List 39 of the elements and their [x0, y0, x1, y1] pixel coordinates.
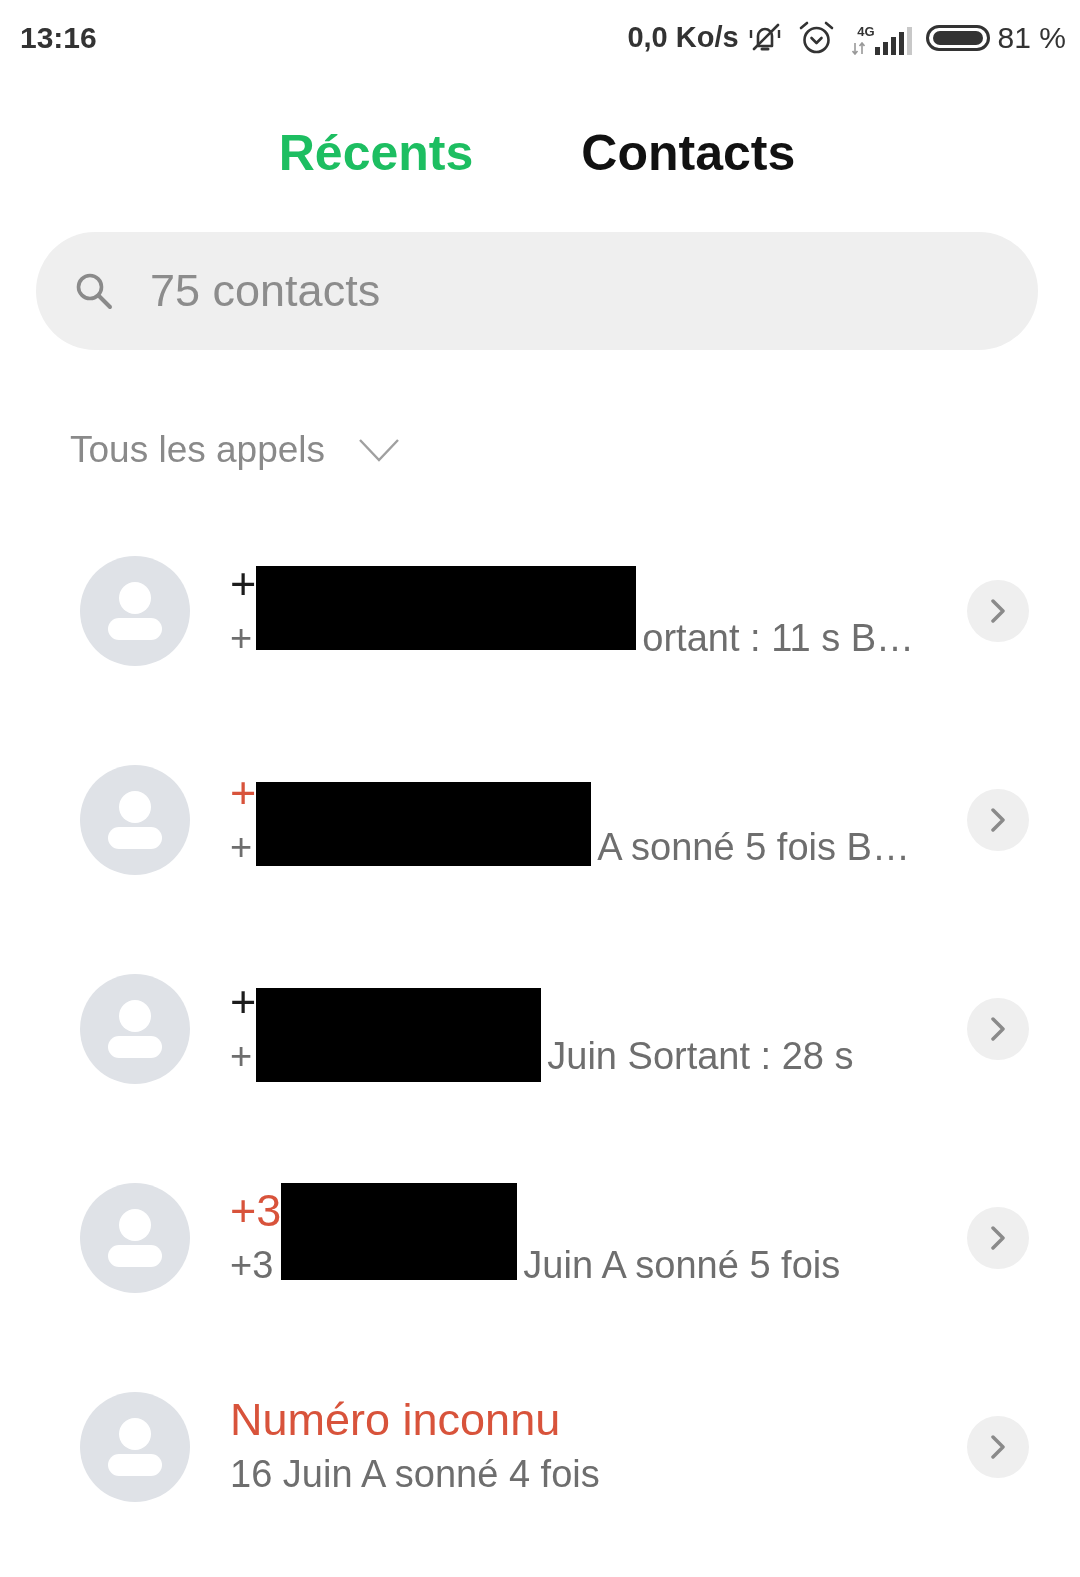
battery-percentage: 81 % — [997, 20, 1066, 55]
call-details: + — [230, 824, 253, 870]
avatar-icon — [80, 1391, 190, 1502]
call-details: 16 Juin A sonné 4 fois — [230, 1451, 600, 1497]
chevron-right-icon — [991, 1225, 1005, 1250]
call-details: Juin A sonné 5 fois — [523, 1242, 841, 1288]
contact-name: + — [230, 765, 257, 820]
network-type: 4G — [857, 24, 875, 38]
tab[interactable]: Récents — [278, 113, 474, 193]
bell-slash-icon — [747, 21, 782, 54]
tab[interactable]: Contacts — [581, 113, 796, 193]
status-time: 13:16 — [20, 20, 97, 55]
avatar-icon — [80, 764, 190, 875]
search-icon — [75, 272, 113, 310]
call-details: + — [230, 1033, 253, 1079]
call-filter-dropdown[interactable]: Tous les appels — [70, 420, 400, 480]
chevron-right-icon — [991, 598, 1005, 623]
battery-icon — [925, 24, 990, 51]
alarm-clock-icon — [798, 20, 834, 55]
call-details: Juin Sortant : 28 s — [547, 1033, 854, 1079]
contact-name: Numéro inconnu — [230, 1392, 561, 1447]
search-field[interactable]: 75 contacts — [36, 232, 1038, 350]
contact-name: +3 — [230, 1183, 282, 1238]
avatar-icon — [80, 555, 190, 666]
contact-name: + — [230, 556, 257, 611]
data-arrows-icon — [851, 41, 865, 55]
signal-bars-icon — [874, 26, 915, 55]
chevron-right-icon — [991, 807, 1005, 832]
call-details: +3 — [230, 1242, 274, 1288]
contact-name: + — [230, 974, 257, 1029]
chevron-right-icon — [991, 1434, 1005, 1459]
chevron-right-icon — [991, 1016, 1005, 1041]
avatar-icon — [80, 973, 190, 1084]
avatar-icon — [80, 1182, 190, 1293]
call-details: A sonné 5 fois B… — [597, 824, 910, 870]
call-details: + — [230, 615, 253, 661]
call-details: ortant : 11 s B… — [642, 615, 915, 661]
chevron-down-icon — [359, 438, 400, 462]
network-speed: 0,0 Ko/s — [627, 21, 739, 54]
